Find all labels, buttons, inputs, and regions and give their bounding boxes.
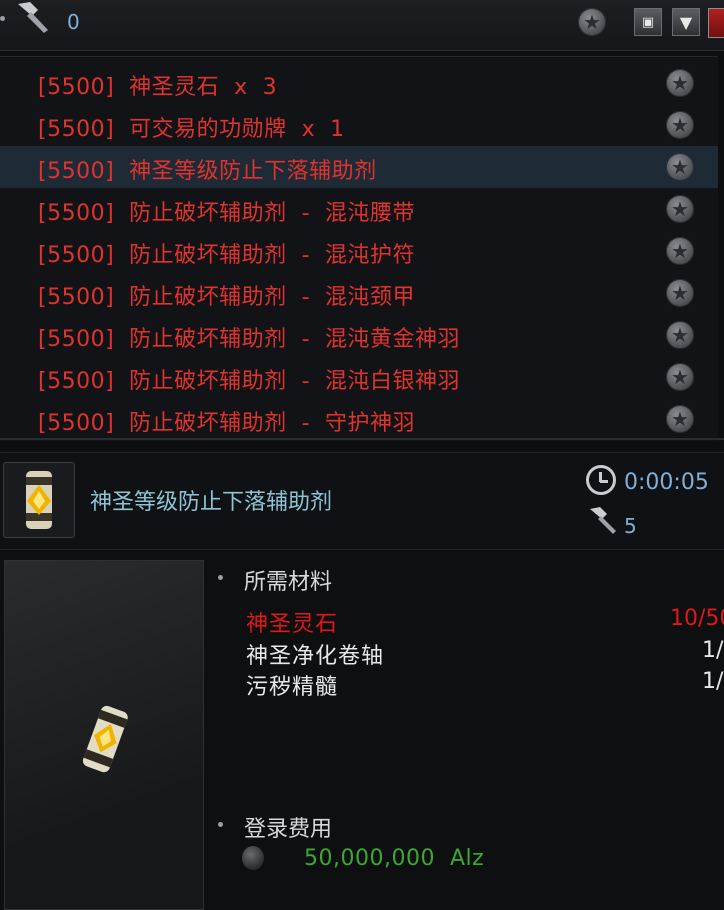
recipe-row[interactable]: [5500] 防止破坏辅助剂 - 混沌颈甲 ★ xyxy=(0,272,718,314)
craft-count: 5 xyxy=(624,514,637,538)
bullet-dot xyxy=(218,575,223,580)
potion-item-icon xyxy=(26,471,52,529)
craft-time: 0:00:05 xyxy=(624,470,709,495)
star-icon: ★ xyxy=(671,323,689,347)
total-count: 0 xyxy=(67,10,80,34)
recipe-list: [5500] 神圣灵石 x 3 ★ [5500] 可交易的功勋牌 x 1 ★ [… xyxy=(0,56,718,441)
recipe-row-selected[interactable]: [5500] 神圣等级防止下落辅助剂 ★ xyxy=(0,146,718,188)
coin-icon xyxy=(242,846,264,870)
material-name: 神圣灵石 xyxy=(246,612,339,637)
recipe-label: [5500] 神圣灵石 x 3 xyxy=(38,75,278,100)
recipe-row[interactable]: [5500] 可交易的功勋牌 x 1 ★ xyxy=(0,104,718,146)
item-preview xyxy=(4,560,204,910)
favorite-button[interactable]: ★ xyxy=(666,111,694,139)
recipe-label: [5500] 防止破坏辅助剂 - 守护神羽 xyxy=(38,411,416,436)
bullet-dot xyxy=(0,16,5,21)
favorite-button[interactable]: ★ xyxy=(666,321,694,349)
favorite-toggle-button[interactable]: ★ xyxy=(578,8,606,36)
selected-recipe-name: 神圣等级防止下落辅助剂 xyxy=(90,490,333,515)
recipe-label: [5500] 可交易的功勋牌 x 1 xyxy=(38,117,345,142)
list-divider xyxy=(0,438,724,440)
materials-title: 所需材料 xyxy=(244,570,333,595)
star-icon: ★ xyxy=(583,10,601,34)
recipe-label: [5500] 防止破坏辅助剂 - 混沌黄金神羽 xyxy=(38,327,461,352)
material-qty: 10/50 xyxy=(670,606,724,631)
star-icon: ★ xyxy=(671,71,689,95)
recipe-label: [5500] 防止破坏辅助剂 - 混沌颈甲 xyxy=(38,285,416,310)
star-icon: ★ xyxy=(671,407,689,431)
recipe-label: [5500] 神圣等级防止下落辅助剂 xyxy=(38,159,377,184)
favorite-button[interactable]: ★ xyxy=(666,153,694,181)
material-name: 污秽精髓 xyxy=(246,675,339,700)
material-name: 神圣净化卷轴 xyxy=(246,644,385,669)
favorite-button[interactable]: ★ xyxy=(666,405,694,433)
recipe-row[interactable]: [5500] 防止破坏辅助剂 - 守护神羽 ★ xyxy=(0,398,718,440)
star-icon: ★ xyxy=(671,155,689,179)
favorite-button[interactable]: ★ xyxy=(666,279,694,307)
fee-title: 登录费用 xyxy=(244,817,333,842)
star-icon: ★ xyxy=(671,113,689,137)
item-slot[interactable] xyxy=(3,462,75,538)
top-bar xyxy=(0,0,724,51)
bullet-dot xyxy=(218,822,223,827)
favorite-button[interactable]: ★ xyxy=(666,195,694,223)
recipe-label: [5500] 防止破坏辅助剂 - 混沌白银神羽 xyxy=(38,369,461,394)
hammer-icon xyxy=(590,507,616,534)
star-icon: ★ xyxy=(671,197,689,221)
window-icon: ▣ xyxy=(641,14,655,30)
star-icon: ★ xyxy=(671,281,689,305)
recipe-label: [5500] 防止破坏辅助剂 - 混沌护符 xyxy=(38,243,416,268)
recipe-row[interactable]: [5500] 防止破坏辅助剂 - 混沌白银神羽 ★ xyxy=(0,356,718,398)
favorite-button[interactable]: ★ xyxy=(666,363,694,391)
hammer-icon xyxy=(18,2,48,33)
triangle-down-icon: ▼ xyxy=(679,12,693,32)
fee-value: 50,000,000 Alz xyxy=(304,846,485,871)
star-icon: ★ xyxy=(671,239,689,263)
favorite-button[interactable]: ★ xyxy=(666,237,694,265)
recipe-row[interactable]: [5500] 防止破坏辅助剂 - 混沌腰带 ★ xyxy=(0,188,718,230)
recipe-row[interactable]: [5500] 防止破坏辅助剂 - 混沌护符 ★ xyxy=(0,230,718,272)
potion-preview-icon xyxy=(82,705,128,773)
star-icon: ★ xyxy=(671,365,689,389)
recipe-row[interactable]: [5500] 防止破坏辅助剂 - 混沌黄金神羽 ★ xyxy=(0,314,718,356)
recipe-row[interactable]: [5500] 神圣灵石 x 3 ★ xyxy=(0,62,718,104)
close-button[interactable] xyxy=(708,8,724,38)
recipe-label: [5500] 防止破坏辅助剂 - 混沌腰带 xyxy=(38,201,416,226)
clock-icon xyxy=(586,465,616,495)
favorite-button[interactable]: ★ xyxy=(666,69,694,97)
material-qty: 1/1 xyxy=(702,638,724,663)
filter-dropdown-button[interactable]: ▼ xyxy=(672,8,700,36)
view-mode-button[interactable]: ▣ xyxy=(634,8,662,36)
material-qty: 1/1 xyxy=(702,669,724,694)
